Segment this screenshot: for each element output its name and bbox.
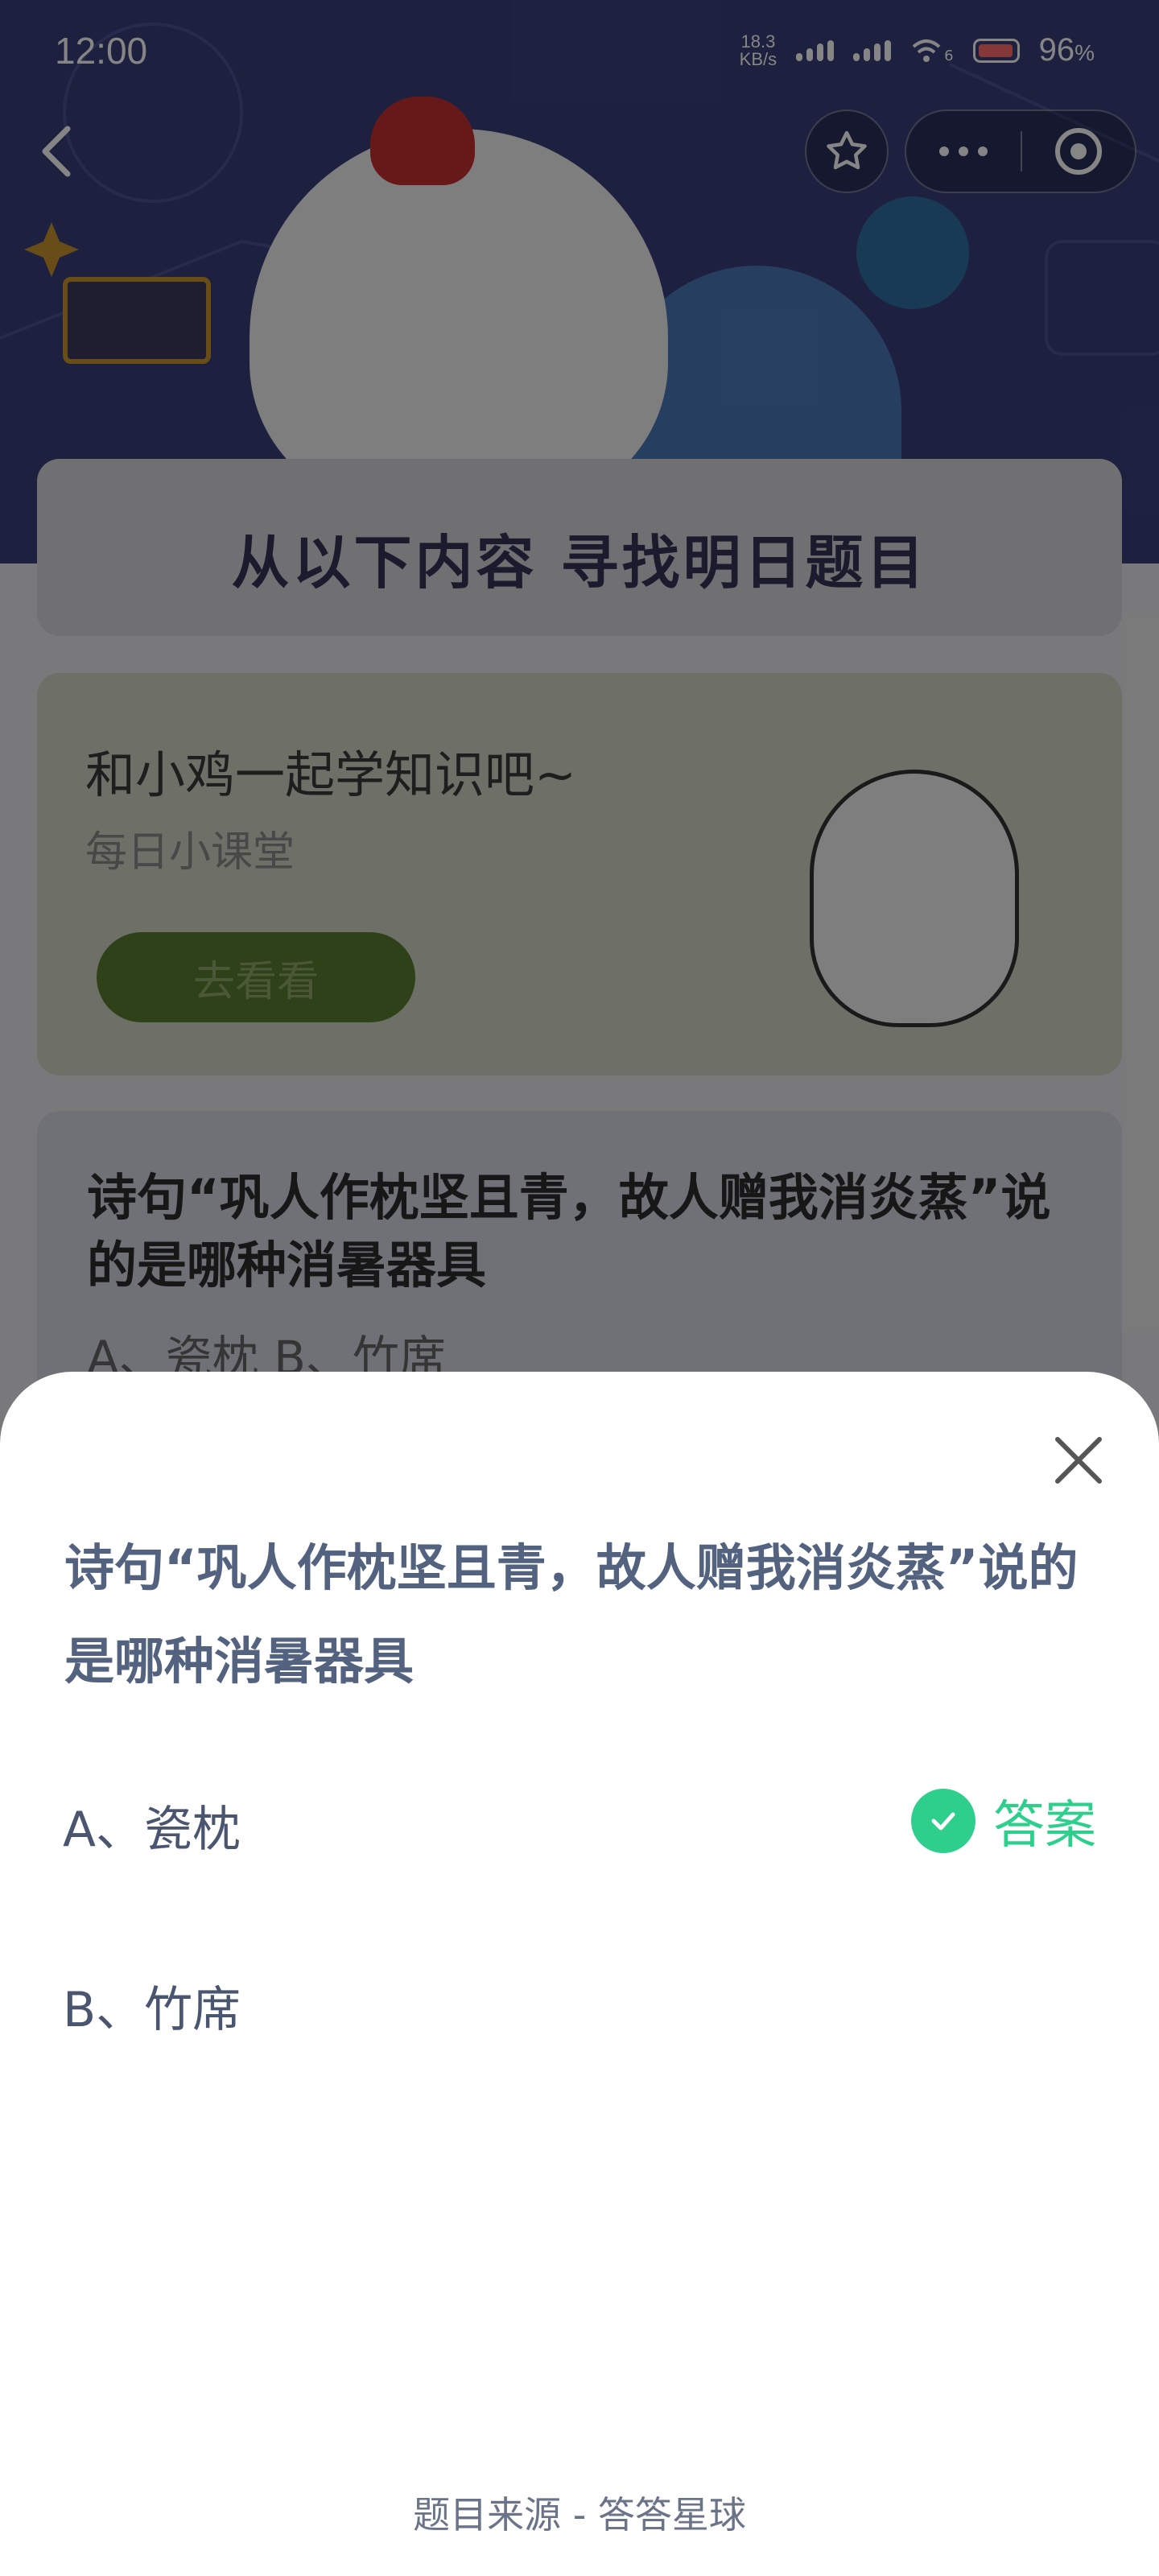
close-button[interactable]	[1046, 1428, 1111, 1492]
close-icon	[1055, 1437, 1102, 1484]
question-source: 题目来源 - 答答星球	[413, 2493, 746, 2537]
option-b[interactable]: B、竹席	[63, 1971, 241, 2041]
option-a[interactable]: A、瓷枕	[63, 1790, 241, 1860]
answer-label: 答案	[993, 1796, 1096, 1856]
answer-tag: 答案	[911, 1784, 1096, 1858]
answer-sheet: 诗句“巩人作枕坚且青，故人赠我消炎蒸”说的是哪种消暑器具 A、瓷枕 答案 B、竹…	[0, 1372, 1159, 2576]
sheet-question: 诗句“巩人作枕坚且青，故人赠我消炎蒸”说的是哪种消暑器具	[64, 1538, 1079, 1690]
check-circle-icon	[911, 1789, 975, 1853]
check-icon	[931, 1812, 955, 1831]
